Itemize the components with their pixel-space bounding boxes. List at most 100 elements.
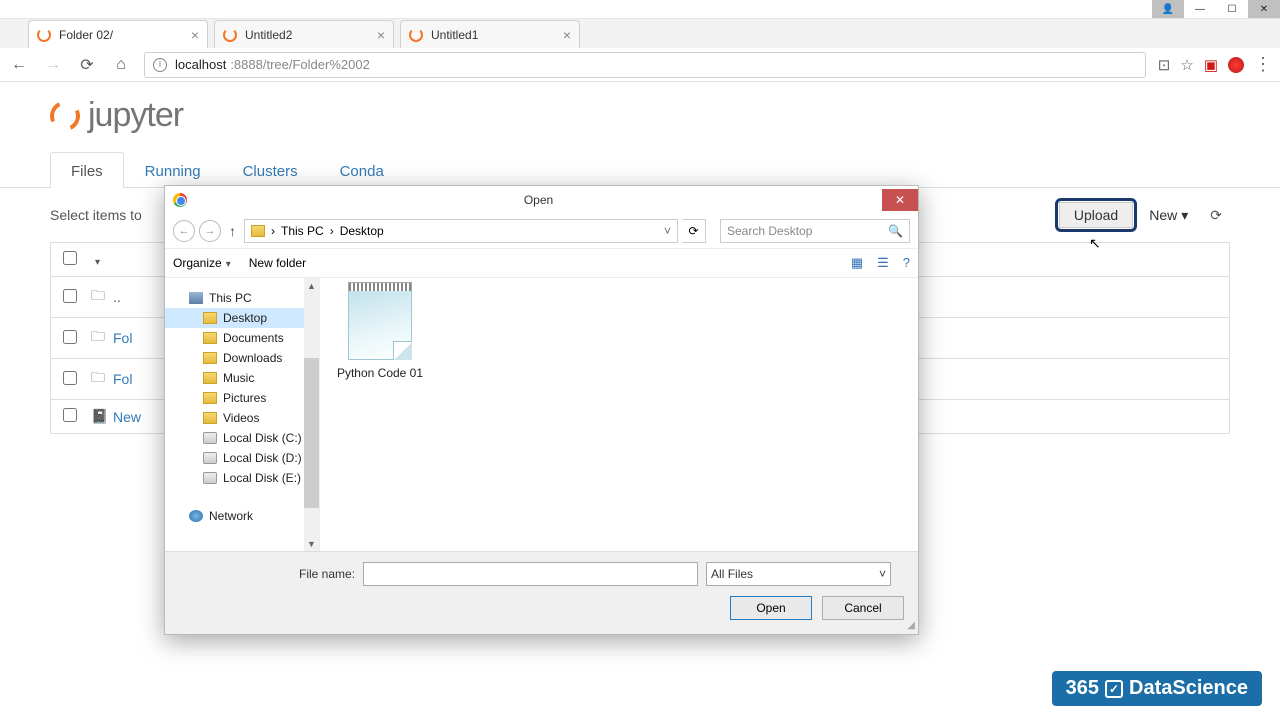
sidebar-item[interactable]: This PC [165,288,319,308]
sidebar-item[interactable]: Videos [165,408,319,428]
tab-files[interactable]: Files [50,152,124,188]
url-path: :8888/tree/Folder%2002 [230,57,369,72]
dialog-search-input[interactable]: Search Desktop 🔍 [720,219,910,243]
browser-tab[interactable]: Untitled1 × [400,20,580,48]
item-name[interactable]: Fol [113,371,132,387]
dialog-sidebar: This PC Desktop Documents Downloads MusicPic… [165,278,320,551]
dialog-refresh-button[interactable]: ⟳ [682,219,706,243]
dialog-up-button[interactable]: ↑ [225,223,240,239]
upload-button[interactable]: Upload [1059,202,1133,228]
nav-home-icon[interactable]: ⌂ [110,56,132,74]
browser-menu-icon[interactable]: ⋮ [1254,54,1272,75]
os-titlebar: 👤 — ☐ ✕ [0,0,1280,18]
row-checkbox[interactable] [63,289,77,303]
sidebar-item[interactable]: Local Disk (C:) [165,428,319,448]
row-checkbox[interactable] [63,408,77,422]
refresh-button[interactable]: ⟳ [1202,203,1230,228]
sidebar-item[interactable]: Music [165,368,319,388]
browser-tab-active[interactable]: Folder 02/ × [28,20,208,48]
select-menu-caret-icon[interactable] [91,252,100,268]
scroll-down-icon[interactable]: ▼ [304,536,319,551]
select-items-label: Select items to [50,207,142,223]
filetype-select[interactable]: All Files˅ [706,562,891,586]
sidebar-item-label: Videos [223,411,259,425]
open-button[interactable]: Open [730,596,812,620]
breadcrumb-item[interactable]: This PC [281,224,324,238]
url-input[interactable]: i localhost:8888/tree/Folder%2002 [144,52,1146,78]
sidebar-item[interactable]: Local Disk (D:) [165,448,319,468]
organize-menu[interactable]: Organize [173,256,231,270]
scroll-up-icon[interactable]: ▲ [304,278,319,293]
filename-input[interactable] [363,562,698,586]
browser-tabstrip: Folder 02/ × Untitled2 × Untitled1 × [0,18,1280,48]
file-item[interactable]: Python Code 01 [330,288,430,380]
new-folder-button[interactable]: New folder [249,256,306,270]
nav-reload-icon[interactable]: ⟳ [76,55,98,75]
select-all-checkbox[interactable] [63,251,77,265]
tab-conda[interactable]: Conda [319,152,405,188]
sidebar-item-label: Local Disk (E:) [223,471,301,485]
search-placeholder: Search Desktop [727,224,812,238]
item-name[interactable]: New [113,409,141,425]
nav-back-icon[interactable]: ← [8,56,30,74]
preview-pane-icon[interactable]: ☰ [877,255,889,271]
bookmark-star-icon[interactable]: ☆ [1180,56,1193,74]
sidebar-item-label: Downloads [223,351,282,365]
caret-down-icon: ˅ [879,567,886,581]
jupyter-header: jupyter [0,90,1280,151]
tab-close-icon[interactable]: × [191,27,199,43]
tab-clusters[interactable]: Clusters [222,152,319,188]
browser-tab[interactable]: Untitled2 × [214,20,394,48]
sidebar-item-label: Local Disk (D:) [223,451,302,465]
sidebar-item-label: Network [209,509,253,523]
dialog-close-button[interactable]: ✕ [882,189,918,211]
resize-grip-icon[interactable]: ◢ [907,620,915,631]
os-minimize-button[interactable]: — [1184,0,1216,18]
item-name[interactable]: Fol [113,330,132,346]
browser-action-icons: ⊡ ☆ ▣ ⋮ [1158,54,1272,75]
sidebar-item[interactable]: Network [165,506,319,526]
tab-close-icon[interactable]: × [563,27,571,43]
extension-icon[interactable]: ▣ [1204,56,1218,74]
sidebar-item[interactable]: Desktop [165,308,319,328]
zoom-icon[interactable]: ⊡ [1158,56,1171,74]
folder-icon [251,225,265,237]
sidebar-item-label: Desktop [223,311,267,325]
net-icon [189,510,203,522]
sidebar-item[interactable]: Downloads [165,348,319,368]
row-checkbox[interactable] [63,330,77,344]
dialog-back-button[interactable]: ← [173,220,195,242]
dialog-forward-button[interactable]: → [199,220,221,242]
disk-icon [203,472,217,484]
jupyter-logo-icon [46,96,84,134]
os-maximize-button[interactable]: ☐ [1216,0,1248,18]
item-name[interactable]: .. [113,289,121,305]
path-dropdown-icon[interactable]: ˅ [664,224,671,238]
dialog-footer: File name: All Files˅ Open Cancel ◢ [165,551,918,634]
dialog-file-area[interactable]: Python Code 01 [320,278,918,551]
jupyter-logo-text: jupyter [88,96,183,135]
sidebar-item[interactable]: Pictures [165,388,319,408]
new-dropdown[interactable]: New▾ [1139,203,1198,228]
breadcrumb-sep: › [271,224,275,238]
cancel-button[interactable]: Cancel [822,596,904,620]
site-info-icon[interactable]: i [153,58,167,72]
row-checkbox[interactable] [63,371,77,385]
file-open-dialog: Open ✕ ← → ↑ › This PC › Desktop ˅ ⟳ Sea… [164,185,919,635]
tab-close-icon[interactable]: × [377,27,385,43]
scrollbar-thumb[interactable] [304,358,319,508]
extension-opera-icon[interactable] [1228,57,1244,73]
sidebar-item[interactable]: Local Disk (E:) [165,468,319,488]
chrome-icon [173,193,187,207]
tab-running[interactable]: Running [124,152,222,188]
jupyter-favicon-icon [37,28,51,42]
check-icon: ✓ [1105,680,1123,698]
tab-label: Untitled1 [431,28,478,42]
view-mode-icon[interactable]: ▦ [851,255,863,271]
breadcrumb-item[interactable]: Desktop [340,224,384,238]
jupyter-tabs: Files Running Clusters Conda [50,151,1230,187]
dialog-path-breadcrumb[interactable]: › This PC › Desktop ˅ [244,219,678,243]
os-close-button[interactable]: ✕ [1248,0,1280,18]
sidebar-item[interactable]: Documents [165,328,319,348]
help-icon[interactable]: ? [903,255,910,271]
